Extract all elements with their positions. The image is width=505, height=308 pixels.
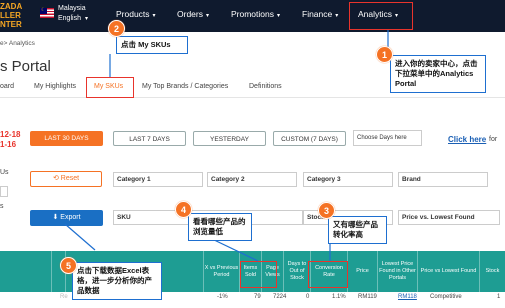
price-vs-lowest-filter[interactable]: Price vs. Lowest Found — [398, 210, 500, 225]
export-label: Export — [60, 214, 81, 221]
chevron-down-icon: ▾ — [335, 13, 339, 19]
yesterday-button[interactable]: YESTERDAY — [193, 131, 266, 146]
cell-price-vs-lowest: Competitive — [430, 294, 462, 300]
logo-line-3: NTER — [0, 20, 22, 29]
nav-finance-label: Finance — [302, 9, 333, 19]
download-icon: ⬇ — [52, 214, 59, 221]
callout-5-badge: 5 — [60, 257, 77, 274]
date-range-text: 12-18 1-16 — [0, 130, 20, 150]
nav-orders-label: Orders — [177, 9, 203, 19]
export-button[interactable]: ⬇ Export — [30, 210, 103, 226]
callout-1-badge: 1 — [376, 46, 393, 63]
category-1-filter[interactable]: Category 1 — [113, 172, 203, 187]
callout-2-badge: 2 — [108, 20, 125, 37]
chevron-down-icon: ▾ — [152, 13, 156, 19]
last-30-days-button[interactable]: LAST 30 DAYS — [30, 131, 103, 146]
header-price[interactable]: Price — [348, 251, 378, 292]
header-days-to-out-of-stock[interactable]: Days to Out of Stock — [284, 251, 311, 292]
conversion-rate-highlight-box — [308, 261, 348, 288]
side-label-s: s — [0, 203, 4, 210]
category-2-filter[interactable]: Category 2 — [207, 172, 297, 187]
reset-label: Reset — [60, 175, 80, 182]
brand-filter[interactable]: Brand — [398, 172, 488, 187]
reset-button[interactable]: ⟲ Reset — [30, 171, 102, 187]
tab-dashboard[interactable]: oard — [0, 83, 14, 90]
reset-icon: ⟲ — [52, 175, 59, 182]
cell-change: -1% — [217, 294, 228, 300]
date-range-line-2: 1-16 — [0, 140, 17, 149]
chevron-down-icon: ▾ — [205, 13, 209, 19]
category-3-filter[interactable]: Category 3 — [303, 172, 393, 187]
table-header-blank — [0, 251, 52, 292]
nav-orders[interactable]: Orders ▾ — [177, 9, 209, 19]
page-views-highlight-box — [240, 261, 277, 288]
callout-4-badge: 4 — [175, 201, 192, 218]
header-stock[interactable]: Stock — [480, 251, 505, 292]
click-here-link[interactable]: Click here — [448, 135, 486, 144]
header-x-vs-previous-period[interactable]: X vs Previous Period — [204, 251, 240, 292]
tab-definitions[interactable]: Definitions — [249, 83, 282, 90]
cell-days-oos: 0 — [306, 294, 310, 300]
cell-items-sold: 79 — [254, 294, 261, 300]
breadcrumb: e> Analytics — [0, 40, 35, 47]
nav-products-label: Products — [116, 9, 150, 19]
cell-product-prefix: Re — [60, 294, 68, 300]
click-here-trailing-text: for — [489, 136, 498, 143]
locale-selector[interactable]: Malaysia English ▾ — [58, 4, 88, 24]
choose-days-input[interactable]: Choose Days here — [353, 130, 422, 146]
callout-5-box: 点击下载数据Excel表格，进一步分析你的产品数据 — [72, 262, 162, 300]
locale-language: English — [58, 15, 81, 22]
page-title: s Portal — [0, 58, 51, 75]
tab-my-highlights[interactable]: My Highlights — [34, 83, 76, 90]
callout-2-box: 点击 My SKUs — [116, 36, 188, 54]
cell-price: RM119 — [358, 294, 377, 300]
nav-promotions[interactable]: Promotions ▾ — [231, 9, 280, 19]
analytics-highlight-box — [349, 2, 413, 30]
cell-conversion: 1.1% — [332, 294, 346, 300]
header-price-vs-lowest-found[interactable]: Price vs Lowest Found — [418, 251, 480, 292]
cell-page-views: 7224 — [273, 294, 287, 300]
custom-7-days-button[interactable]: CUSTOM (7 DAYS) — [273, 131, 346, 146]
header-lowest-price-found[interactable]: Lowest Price Found in Other Portals — [378, 251, 418, 292]
logo-line-1: ZADA — [0, 2, 23, 11]
side-label-us: Us — [0, 169, 9, 176]
callout-4-box: 看看哪些产品的浏览量低 — [188, 213, 252, 241]
nav-products[interactable]: Products ▾ — [116, 9, 156, 19]
chevron-down-icon: ▾ — [277, 13, 281, 19]
locale-country: Malaysia — [58, 5, 86, 12]
callout-3-badge: 3 — [318, 202, 335, 219]
top-nav-bar: ZADA LLER NTER Malaysia English ▾ Produc… — [0, 0, 505, 32]
logo-line-2: LLER — [0, 11, 21, 20]
cell-lowest-price-link[interactable]: RM118 — [398, 294, 417, 300]
nav-promotions-label: Promotions — [231, 9, 274, 19]
date-range-line-1: 12-18 — [0, 130, 21, 139]
malaysia-flag-icon — [40, 7, 54, 18]
last-7-days-button[interactable]: LAST 7 DAYS — [113, 131, 186, 146]
chevron-down-icon: ▾ — [84, 16, 88, 22]
my-skus-highlight-box — [86, 77, 134, 98]
side-select[interactable] — [0, 186, 8, 197]
nav-finance[interactable]: Finance ▾ — [302, 9, 338, 19]
seller-center-logo[interactable]: ZADA LLER NTER — [0, 2, 34, 30]
callout-1-box: 进入你的卖家中心，点击下拉菜单中的Analytics Portal — [390, 55, 486, 93]
callout-3-box: 又有哪些产品转化率高 — [328, 216, 387, 244]
cell-stock: 1 — [497, 294, 501, 300]
tab-my-top-brands[interactable]: My Top Brands / Categories — [142, 83, 228, 90]
